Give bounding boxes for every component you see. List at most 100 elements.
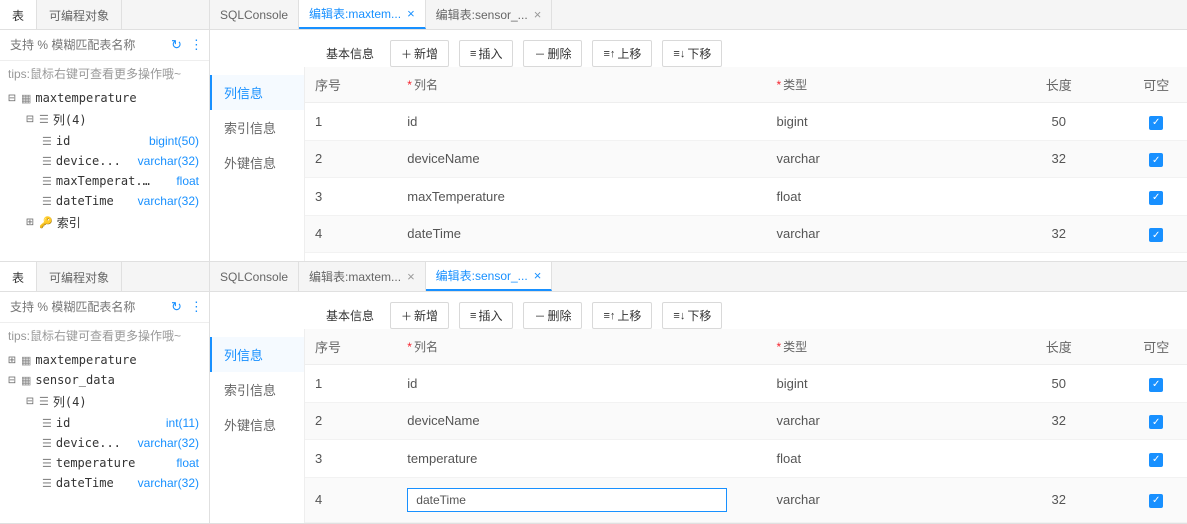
add-button[interactable]: ＋新增 bbox=[390, 302, 449, 329]
nav-columns[interactable]: 列信息 bbox=[210, 337, 304, 372]
tree-table-node[interactable]: ⊟ ▦ sensor_data bbox=[6, 370, 203, 390]
collapse-icon[interactable]: ⊟ bbox=[24, 396, 36, 407]
insert-button[interactable]: ≡插入 bbox=[459, 40, 513, 67]
table-row[interactable]: 2deviceNamevarchar32✓ bbox=[305, 402, 1187, 440]
delete-button[interactable]: －删除 bbox=[523, 302, 582, 329]
tree-column-item[interactable]: ☰ id int(11) bbox=[6, 413, 203, 433]
search-input[interactable] bbox=[8, 296, 167, 318]
tree-column-item[interactable]: ☰ maxTemperat... float bbox=[6, 171, 203, 191]
header-seq[interactable]: 序号 bbox=[305, 329, 397, 365]
basic-info-link[interactable]: 基本信息 bbox=[320, 302, 380, 329]
header-nullable[interactable]: 可空 bbox=[1125, 67, 1187, 103]
table-row[interactable]: 2deviceNamevarchar32✓ bbox=[305, 140, 1187, 178]
header-type[interactable]: *类型 bbox=[767, 67, 993, 103]
cell-length[interactable]: 32 bbox=[992, 215, 1125, 253]
refresh-icon[interactable]: ↻ bbox=[167, 35, 186, 55]
cell-type[interactable]: varchar bbox=[767, 215, 993, 253]
cell-type[interactable]: bigint bbox=[767, 103, 993, 141]
cell-nullable[interactable]: ✓ bbox=[1125, 103, 1187, 141]
tab-edit-sensor-data[interactable]: 编辑表:sensor_...× bbox=[426, 0, 553, 29]
cell-name[interactable]: id bbox=[397, 365, 766, 403]
header-nullable[interactable]: 可空 bbox=[1125, 329, 1187, 365]
tree-column-item[interactable]: ☰ temperature float bbox=[6, 453, 203, 473]
tab-edit-maxtemperature[interactable]: 编辑表:maxtem...× bbox=[299, 262, 426, 291]
expand-icon[interactable]: ⊞ bbox=[6, 355, 18, 366]
cell-nullable[interactable]: ✓ bbox=[1125, 477, 1187, 522]
tree-column-item[interactable]: ☰ device... varchar(32) bbox=[6, 151, 203, 171]
cell-length[interactable]: 50 bbox=[992, 365, 1125, 403]
table-row[interactable]: 4dateTimevarchar32✓ bbox=[305, 477, 1187, 522]
cell-nullable[interactable]: ✓ bbox=[1125, 365, 1187, 403]
header-seq[interactable]: 序号 bbox=[305, 67, 397, 103]
move-up-button[interactable]: ≡↑上移 bbox=[592, 40, 652, 67]
tree-indexes-node[interactable]: ⊞ 🔑 索引 bbox=[6, 211, 203, 234]
cell-nullable[interactable]: ✓ bbox=[1125, 215, 1187, 253]
cell-type[interactable]: float bbox=[767, 178, 993, 216]
close-icon[interactable]: × bbox=[534, 7, 542, 22]
tree-columns-node[interactable]: ⊟ ☰ 列(4) bbox=[6, 108, 203, 131]
tab-sqlconsole[interactable]: SQLConsole bbox=[210, 262, 299, 291]
cell-length[interactable]: 32 bbox=[992, 402, 1125, 440]
table-row[interactable]: 1idbigint50✓ bbox=[305, 365, 1187, 403]
nav-indexes[interactable]: 索引信息 bbox=[210, 110, 304, 145]
add-button[interactable]: ＋新增 bbox=[390, 40, 449, 67]
close-icon[interactable]: × bbox=[407, 269, 415, 284]
checkbox-checked-icon[interactable]: ✓ bbox=[1149, 228, 1163, 242]
sidebar-tab-prog-obj[interactable]: 可编程对象 bbox=[37, 262, 122, 291]
insert-button[interactable]: ≡插入 bbox=[459, 302, 513, 329]
cell-nullable[interactable]: ✓ bbox=[1125, 402, 1187, 440]
header-name[interactable]: *列名 bbox=[397, 67, 766, 103]
tree-columns-node[interactable]: ⊟ ☰ 列(4) bbox=[6, 390, 203, 413]
tab-edit-maxtemperature[interactable]: 编辑表:maxtem...× bbox=[299, 0, 426, 29]
header-name[interactable]: *列名 bbox=[397, 329, 766, 365]
cell-length[interactable] bbox=[992, 178, 1125, 216]
cell-length[interactable]: 32 bbox=[992, 140, 1125, 178]
tree-table-node[interactable]: ⊞ ▦ maxtemperature bbox=[6, 350, 203, 370]
cell-nullable[interactable]: ✓ bbox=[1125, 140, 1187, 178]
tab-sqlconsole[interactable]: SQLConsole bbox=[210, 0, 299, 29]
cell-type[interactable]: float bbox=[767, 440, 993, 478]
cell-type[interactable]: varchar bbox=[767, 477, 993, 522]
close-icon[interactable]: × bbox=[407, 6, 415, 21]
checkbox-checked-icon[interactable]: ✓ bbox=[1149, 116, 1163, 130]
tree-column-item[interactable]: ☰ dateTime varchar(32) bbox=[6, 191, 203, 211]
table-row[interactable]: 3maxTemperaturefloat✓ bbox=[305, 178, 1187, 216]
sidebar-tab-prog-obj[interactable]: 可编程对象 bbox=[37, 0, 122, 29]
tree-column-item[interactable]: ☰ id bigint(50) bbox=[6, 131, 203, 151]
tree-column-item[interactable]: ☰ device... varchar(32) bbox=[6, 433, 203, 453]
column-name-input[interactable]: dateTime bbox=[407, 488, 727, 512]
nav-columns[interactable]: 列信息 bbox=[210, 75, 304, 110]
cell-length[interactable] bbox=[992, 440, 1125, 478]
header-length[interactable]: 长度 bbox=[992, 67, 1125, 103]
collapse-icon[interactable]: ⊟ bbox=[6, 375, 18, 386]
nav-indexes[interactable]: 索引信息 bbox=[210, 372, 304, 407]
cell-name[interactable]: id bbox=[397, 103, 766, 141]
cell-name[interactable]: temperature bbox=[397, 440, 766, 478]
checkbox-checked-icon[interactable]: ✓ bbox=[1149, 153, 1163, 167]
nav-fks[interactable]: 外键信息 bbox=[210, 145, 304, 180]
cell-name[interactable]: dateTime bbox=[397, 215, 766, 253]
move-down-button[interactable]: ≡↓下移 bbox=[662, 40, 722, 67]
table-row[interactable]: 1idbigint50✓ bbox=[305, 103, 1187, 141]
header-type[interactable]: *类型 bbox=[767, 329, 993, 365]
header-length[interactable]: 长度 bbox=[992, 329, 1125, 365]
table-row[interactable]: 3temperaturefloat✓ bbox=[305, 440, 1187, 478]
cell-nullable[interactable]: ✓ bbox=[1125, 440, 1187, 478]
close-icon[interactable]: × bbox=[534, 268, 542, 283]
collapse-icon[interactable]: ⊟ bbox=[24, 114, 36, 125]
cell-name[interactable]: dateTime bbox=[397, 477, 766, 522]
basic-info-link[interactable]: 基本信息 bbox=[320, 40, 380, 67]
checkbox-checked-icon[interactable]: ✓ bbox=[1149, 378, 1163, 392]
checkbox-checked-icon[interactable]: ✓ bbox=[1149, 494, 1163, 508]
cell-name[interactable]: deviceName bbox=[397, 402, 766, 440]
sidebar-tab-table[interactable]: 表 bbox=[0, 0, 37, 29]
cell-name[interactable]: maxTemperature bbox=[397, 178, 766, 216]
cell-type[interactable]: varchar bbox=[767, 140, 993, 178]
tree-column-item[interactable]: ☰ dateTime varchar(32) bbox=[6, 473, 203, 493]
delete-button[interactable]: －删除 bbox=[523, 40, 582, 67]
move-down-button[interactable]: ≡↓下移 bbox=[662, 302, 722, 329]
search-input[interactable] bbox=[8, 34, 167, 56]
refresh-icon[interactable]: ↻ bbox=[167, 297, 186, 317]
checkbox-checked-icon[interactable]: ✓ bbox=[1149, 415, 1163, 429]
move-up-button[interactable]: ≡↑上移 bbox=[592, 302, 652, 329]
